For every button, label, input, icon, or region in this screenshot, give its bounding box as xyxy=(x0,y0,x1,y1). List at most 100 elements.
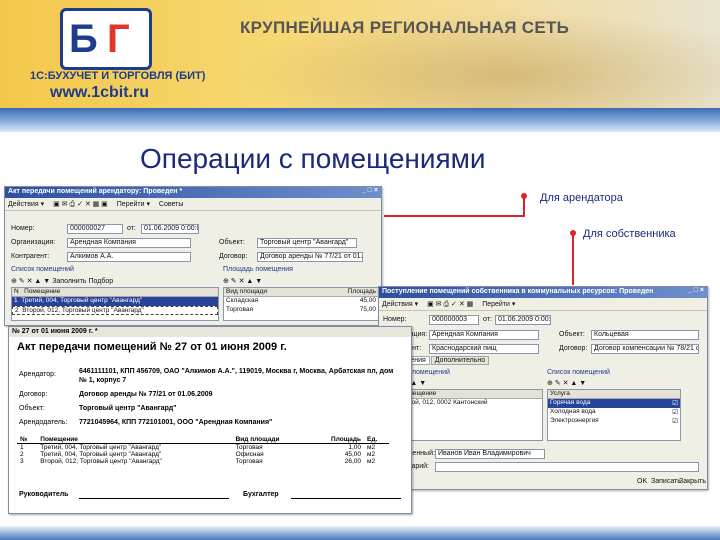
bit-logo: Б Г xyxy=(60,8,152,70)
number-field[interactable]: 000000027 xyxy=(67,224,123,234)
callout-owner: Для собственника xyxy=(583,228,676,240)
window-caption-text: Поступление помещений собственника в ком… xyxy=(382,288,654,295)
signature-line xyxy=(79,498,229,499)
company-url[interactable]: www.1cbit.ru xyxy=(50,84,149,102)
cell-area: 45,00 xyxy=(344,451,362,458)
lessor-label: Арендодатель: xyxy=(19,419,68,426)
cell-n: 2 xyxy=(20,451,24,458)
org-field[interactable]: Арендная Компания xyxy=(67,238,191,248)
checkbox-icon[interactable]: ☑ xyxy=(672,399,678,407)
date-field[interactable]: 01.06.2009 0:00:00 xyxy=(141,224,199,234)
services-grid[interactable]: Услуга Горячая вода ☑ Холодная вода ☑ Элек… xyxy=(547,389,681,441)
checkbox-icon[interactable]: ☑ xyxy=(672,417,678,425)
callout-line xyxy=(572,233,574,285)
object-label: Объект: xyxy=(19,405,45,412)
col-area-type: Вид площади xyxy=(226,288,267,295)
services-list-title: Список помещений xyxy=(547,369,610,376)
table-row: 2 Третий, 004, Торговый центр "Авангард" О… xyxy=(17,451,389,458)
cell-premise: Второй, 012, Торговый центр "Авангард" xyxy=(40,458,162,465)
company-name: 1С:БУХУЧЕТ И ТОРГОВЛЯ (БИТ) xyxy=(30,70,206,82)
callout-line xyxy=(523,196,525,216)
row-num: 1 xyxy=(14,297,18,304)
table-row[interactable]: Торговая 75,00 xyxy=(224,306,378,315)
actions-menu[interactable]: Действия ▾ xyxy=(8,201,44,208)
col-n: N xyxy=(14,288,19,295)
number-field[interactable]: 000000003 xyxy=(429,315,479,325)
row-service: Горячая вода xyxy=(550,399,591,406)
callout-line xyxy=(384,215,525,217)
window-caption: Поступление помещений собственника в ком… xyxy=(379,287,707,298)
table-row[interactable]: Холодная вода ☑ xyxy=(548,408,680,417)
page-title: Операции с помещениями xyxy=(140,143,486,174)
services-toolbar-icons[interactable]: ⊕ ✎ ✕ ▲ ▼ xyxy=(547,379,586,387)
printed-act-document: № 27 от 01 июня 2009 г. * Акт передачи п… xyxy=(8,326,412,514)
act-heading: Акт передачи помещений № 27 от 01 июня 2… xyxy=(17,341,287,353)
tenant-label: Арендатор: xyxy=(19,371,57,378)
table-row: 3 Второй, 012, Торговый центр "Авангард" Т… xyxy=(17,458,389,465)
table-header: № Помещение Вид площади Площадь Ед. xyxy=(17,436,389,444)
act-table: № Помещение Вид площади Площадь Ед. 1 Тре… xyxy=(17,436,389,465)
premises-section-title: Список помещений xyxy=(11,266,74,273)
tab-additional[interactable]: Дополнительно xyxy=(430,356,490,365)
col-premise: Помещение xyxy=(24,288,61,295)
premises-grid[interactable]: N Помещение 1 Третий, 004, Торговый цент… xyxy=(11,287,219,321)
row-service: Холодная вода xyxy=(550,408,596,415)
table-row[interactable]: 2 Второй, 012, Торговый центр "Авангард" xyxy=(12,306,218,315)
document-caption: № 27 от 01 июня 2009 г. * xyxy=(9,327,411,337)
toolbar-icons[interactable]: ▣ ✉ ⎙ ✓ ✕ ▦ ▣ xyxy=(53,201,108,208)
cell-premise: Третий, 004, Торговый центр "Авангард" xyxy=(40,451,162,458)
save-button[interactable]: Записать xyxy=(651,478,681,485)
header-strip xyxy=(0,108,720,132)
fill-button[interactable]: Заполнить xyxy=(52,278,86,285)
object-label: Объект: xyxy=(559,331,585,338)
number-label: Номер: xyxy=(11,225,35,232)
grid-icons[interactable]: ⊕ ✎ ✕ ▲ ▼ xyxy=(11,278,52,285)
close-icon[interactable]: _ □ × xyxy=(688,287,704,294)
ok-button[interactable]: OK xyxy=(637,478,647,485)
actions-menu[interactable]: Действия ▾ xyxy=(382,301,418,308)
table-row: 1 Третий, 004, Торговый центр "Авангард" Т… xyxy=(17,444,389,451)
grid-header: N Помещение xyxy=(12,288,218,297)
number-label: Номер: xyxy=(383,316,407,323)
object-field[interactable]: Кольцевая xyxy=(591,330,699,340)
pick-button[interactable]: Подбор xyxy=(89,278,114,285)
cell-unit: м2 xyxy=(367,451,376,458)
area-toolbar-icons[interactable]: ⊕ ✎ ✕ ▲ ▼ xyxy=(223,277,262,285)
signature-line xyxy=(291,498,401,499)
checkbox-icon[interactable]: ☑ xyxy=(672,408,678,416)
contract-field[interactable]: Договор компенсации № 78/21 от 0 xyxy=(591,344,699,354)
table-row[interactable]: Складская 45,00 xyxy=(224,297,378,306)
russia-map-background xyxy=(190,0,720,108)
org-field[interactable]: Арендная Компания xyxy=(429,330,539,340)
contractor-field[interactable]: Краснодарский пищ xyxy=(429,344,539,354)
close-button[interactable]: Закрыть xyxy=(679,478,706,485)
goto-menu[interactable]: Перейти ▾ xyxy=(482,301,515,308)
close-icon[interactable]: _ □ × xyxy=(362,187,378,194)
table-row[interactable]: 1 Третий, 004, Торговый центр "Авангард" xyxy=(12,297,218,306)
row-premise: Второй, 012, Торговый центр "Авангард" xyxy=(22,307,144,314)
window-caption-text: Акт передачи помещений арендатору: Прове… xyxy=(8,188,183,195)
table-row[interactable]: Горячая вода ☑ xyxy=(548,399,680,408)
goto-menu[interactable]: Перейти ▾ xyxy=(117,201,150,208)
contract-field[interactable]: Договор аренды № 77/21 от 01.06.2 xyxy=(257,252,363,262)
accountant-label: Бухгалтер xyxy=(243,491,279,498)
premises-toolbar: ⊕ ✎ ✕ ▲ ▼ Заполнить Подбор xyxy=(11,277,113,285)
toolbar-icons[interactable]: ▣ ✉ ⎙ ✓ ✕ ▦ xyxy=(427,301,473,308)
tenant-value: 6461111101, КПП 456709, ОАО "Алкимов А.А… xyxy=(79,368,394,384)
tenant-act-window: Акт передачи помещений арендатору: Прове… xyxy=(4,186,382,326)
contract-label: Договор: xyxy=(19,391,48,398)
date-field[interactable]: 01.06.2009 0:00:00 xyxy=(495,315,551,325)
cell-area-type: Офисная xyxy=(235,451,264,458)
object-field[interactable]: Торговый центр "Авангард" xyxy=(257,238,357,248)
table-row[interactable]: Электроэнергия ☑ xyxy=(548,417,680,426)
comment-field[interactable] xyxy=(435,462,699,472)
row-area: 75,00 xyxy=(359,306,376,313)
contractor-field[interactable]: Алкимов А.А. xyxy=(67,252,191,262)
row-service: Электроэнергия xyxy=(550,417,599,424)
responsible-field[interactable]: Иванов Иван Владимирович xyxy=(435,449,545,459)
contract-label: Договор: xyxy=(219,253,248,260)
cell-unit: м2 xyxy=(367,458,376,465)
area-grid[interactable]: Вид площади Площадь Складская 45,00 Торгов… xyxy=(223,287,379,321)
tips-button[interactable]: Советы xyxy=(159,201,184,208)
contract-label: Договор: xyxy=(559,345,588,352)
